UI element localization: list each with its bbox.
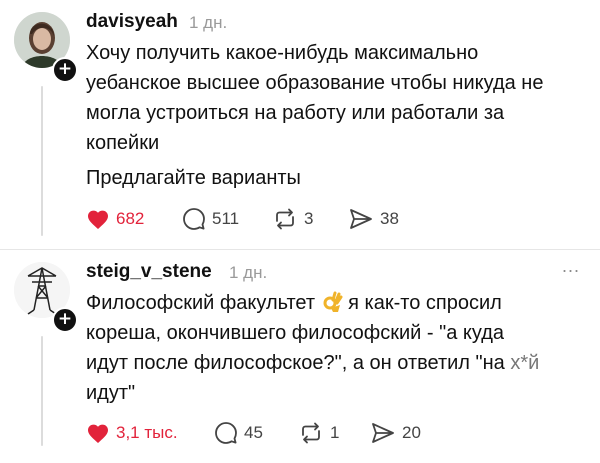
reposts-count: 3	[304, 209, 314, 228]
send-icon	[350, 209, 372, 229]
comments-count: 45	[244, 423, 263, 442]
thread-line	[41, 336, 43, 446]
follow-plus-button[interactable]: +	[52, 307, 78, 333]
post-text-end: идут"	[86, 382, 136, 404]
likes-count: 3,1 тыс.	[116, 423, 178, 442]
post-text-2: Предлагайте варианты	[86, 167, 301, 189]
like-button[interactable]: 682	[86, 204, 144, 234]
repost-button[interactable]: 1	[298, 418, 339, 448]
send-icon	[372, 423, 394, 443]
heart-filled-icon	[88, 210, 108, 229]
post-text-line1-end: я как-то спросил	[348, 292, 502, 314]
post-actions: 3,1 тыс. 45 1 20	[86, 418, 526, 448]
post-steig-v-stene: + steig_v_stene 1 дн. ... Философский фа…	[0, 250, 600, 463]
comment-button[interactable]: 511	[182, 204, 239, 234]
heart-filled-icon	[88, 424, 108, 443]
post-text-start: Философский факультет	[86, 292, 316, 314]
comment-button[interactable]: 45	[214, 418, 263, 448]
repost-icon	[276, 208, 294, 230]
censored-word: х*й	[510, 352, 540, 374]
repost-icon	[302, 422, 320, 444]
post-davisyeah: + davisyeah 1 дн. Хочу получить какое-ни…	[0, 0, 600, 248]
comment-bubble-icon	[215, 422, 237, 444]
reposts-count: 1	[330, 423, 340, 442]
repost-button[interactable]: 3	[272, 204, 313, 234]
post-time: 1 дн.	[189, 13, 228, 32]
comments-count: 511	[212, 209, 240, 228]
likes-count: 682	[116, 209, 145, 228]
more-options-button[interactable]: ...	[562, 256, 580, 277]
thread-line	[41, 86, 43, 236]
post-text: Хочу получить какое-нибудь максимально у…	[86, 42, 544, 154]
post-text: Философский факультет я как-то спросил к…	[86, 288, 591, 408]
like-button[interactable]: 3,1 тыс.	[86, 418, 178, 448]
post-text-middle: кореша, окончившего философский - "а куд…	[86, 322, 505, 374]
username[interactable]: steig_v_stene	[86, 261, 212, 283]
follow-plus-button[interactable]: +	[52, 57, 78, 83]
comment-bubble-icon	[183, 208, 205, 230]
post-actions: 682 511 3 38	[86, 204, 506, 234]
username[interactable]: davisyeah	[86, 11, 178, 33]
share-button[interactable]: 20	[370, 418, 421, 448]
ok-hand-emoji-icon	[323, 291, 343, 312]
post-time: 1 дн.	[229, 263, 268, 282]
shares-count: 20	[402, 423, 421, 442]
share-button[interactable]: 38	[348, 204, 399, 234]
shares-count: 38	[380, 209, 399, 228]
